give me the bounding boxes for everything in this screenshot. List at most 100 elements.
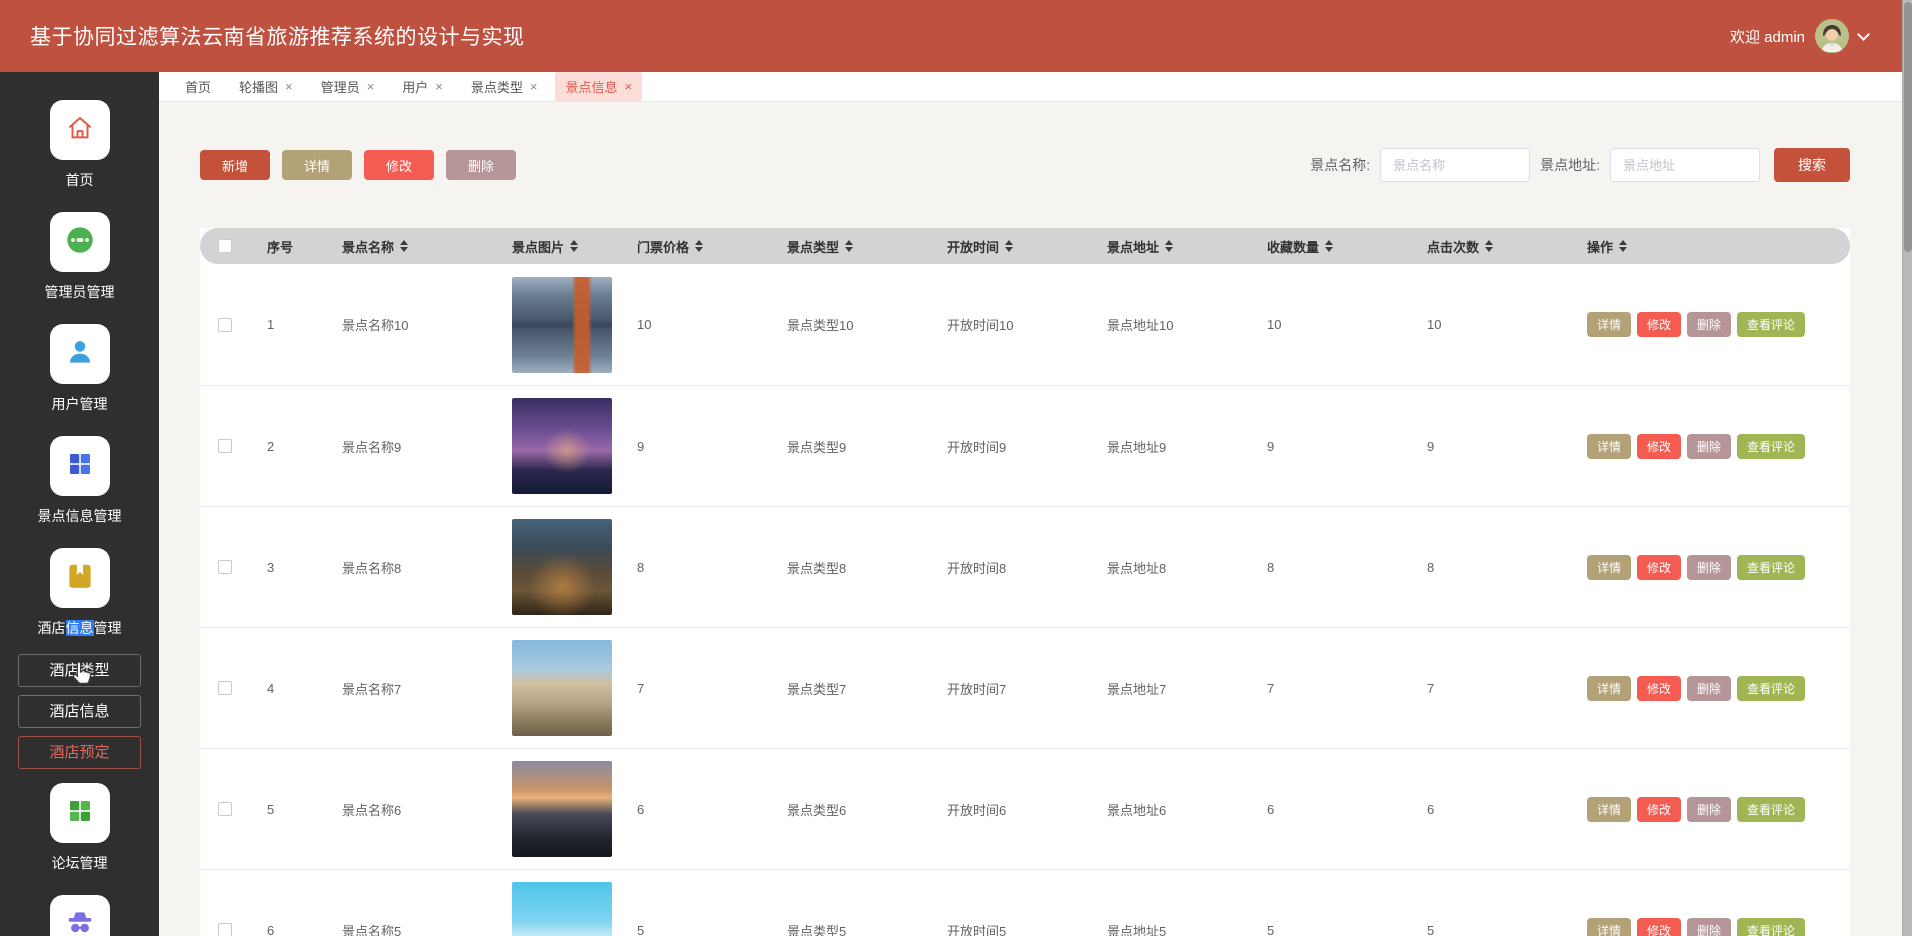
row-checkbox[interactable]: [218, 923, 232, 936]
row-action-button[interactable]: 查看评论: [1737, 918, 1805, 936]
sort-icon[interactable]: [1619, 240, 1627, 252]
row-action-button[interactable]: 详情: [1587, 312, 1631, 337]
ticket-price: 8: [625, 560, 775, 575]
row-action-button[interactable]: 删除: [1687, 434, 1731, 459]
scenic-name: 景点名称10: [330, 315, 500, 334]
row-action-button[interactable]: 删除: [1687, 676, 1731, 701]
sort-icon[interactable]: [1005, 240, 1013, 252]
row-action-button[interactable]: 查看评论: [1737, 676, 1805, 701]
sort-asc-arrow: [845, 240, 853, 245]
row-action-button[interactable]: 详情: [1587, 676, 1631, 701]
sidebar-submenu-item[interactable]: 酒店信息: [18, 695, 141, 728]
sidebar-item-label: 管理员管理: [45, 282, 115, 302]
sidebar-item[interactable]: 酒店信息管理: [0, 548, 159, 638]
tab-item[interactable]: 用户×: [392, 72, 453, 101]
row-actions: 详情修改删除查看评论: [1575, 797, 1850, 822]
row-action-button[interactable]: 查看评论: [1737, 555, 1805, 580]
row-action-button[interactable]: 删除: [1687, 918, 1731, 936]
sort-icon[interactable]: [1165, 240, 1173, 252]
sort-icon[interactable]: [845, 240, 853, 252]
sidebar-icon-card[interactable]: [50, 436, 110, 496]
row-action-button[interactable]: 删除: [1687, 555, 1731, 580]
row-action-button[interactable]: 查看评论: [1737, 434, 1805, 459]
sidebar-submenu-item[interactable]: 酒店预定: [18, 736, 141, 769]
row-checkbox[interactable]: [218, 681, 232, 695]
open-time: 开放时间9: [935, 437, 1095, 456]
avatar[interactable]: [1815, 19, 1849, 53]
row-action-button[interactable]: 详情: [1587, 555, 1631, 580]
sidebar-icon-card[interactable]: [50, 212, 110, 272]
row-checkbox[interactable]: [218, 560, 232, 574]
sidebar-icon-card[interactable]: [50, 895, 110, 936]
toolbar-button[interactable]: 修改: [364, 150, 434, 180]
close-icon[interactable]: ×: [530, 80, 538, 93]
row-index: 1: [255, 317, 330, 332]
row-action-button[interactable]: 删除: [1687, 312, 1731, 337]
sidebar-item[interactable]: [0, 895, 159, 936]
row-action-button[interactable]: 详情: [1587, 434, 1631, 459]
tab-item[interactable]: 景点信息×: [555, 72, 642, 101]
tab-item[interactable]: 管理员×: [311, 72, 385, 101]
close-icon[interactable]: ×: [624, 80, 632, 93]
page-scrollbar[interactable]: [1902, 0, 1912, 936]
favorite-count: 9: [1255, 439, 1415, 454]
sort-icon[interactable]: [1485, 240, 1493, 252]
row-action-button[interactable]: 删除: [1687, 797, 1731, 822]
column-header: 序号: [255, 237, 330, 256]
crud-button-group: 新增详情修改删除: [200, 150, 516, 180]
open-time: 开放时间6: [935, 800, 1095, 819]
forum-grid-icon: [65, 796, 95, 831]
sort-icon[interactable]: [570, 240, 578, 252]
row-action-button[interactable]: 修改: [1637, 918, 1681, 936]
sidebar-item[interactable]: 论坛管理: [0, 783, 159, 873]
sidebar-icon-card[interactable]: [50, 783, 110, 843]
sort-icon[interactable]: [400, 240, 408, 252]
sidebar-icon-card[interactable]: [50, 324, 110, 384]
scenic-name-input[interactable]: [1380, 148, 1530, 182]
scenic-photo: [512, 398, 612, 494]
table-row: 4景点名称77景点类型7开放时间7景点地址777详情修改删除查看评论: [200, 627, 1850, 748]
tab-item[interactable]: 轮播图×: [229, 72, 303, 101]
row-action-button[interactable]: 修改: [1637, 797, 1681, 822]
select-all-checkbox[interactable]: [218, 239, 232, 253]
sidebar-item[interactable]: 管理员管理: [0, 212, 159, 302]
row-action-button[interactable]: 详情: [1587, 918, 1631, 936]
row-action-button[interactable]: 查看评论: [1737, 797, 1805, 822]
scenic-address-input[interactable]: [1610, 148, 1760, 182]
row-action-button[interactable]: 修改: [1637, 434, 1681, 459]
tab-item[interactable]: 景点类型×: [461, 72, 548, 101]
row-action-button[interactable]: 查看评论: [1737, 312, 1805, 337]
sidebar-submenu-item[interactable]: 酒店类型: [18, 654, 141, 687]
row-checkbox[interactable]: [218, 439, 232, 453]
row-action-button[interactable]: 修改: [1637, 555, 1681, 580]
row-action-button[interactable]: 详情: [1587, 797, 1631, 822]
row-checkbox[interactable]: [218, 802, 232, 816]
toolbar-button[interactable]: 删除: [446, 150, 516, 180]
table-header-row: 序号景点名称景点图片门票价格景点类型开放时间景点地址收藏数量点击次数操作: [200, 228, 1850, 264]
sidebar-item[interactable]: 首页: [0, 100, 159, 190]
column-header: 开放时间: [935, 237, 1095, 256]
scrollbar-thumb[interactable]: [1904, 2, 1912, 252]
chevron-down-icon[interactable]: [1857, 28, 1870, 41]
toolbar-button[interactable]: 详情: [282, 150, 352, 180]
sidebar-item[interactable]: 用户管理: [0, 324, 159, 414]
tab-item[interactable]: 首页: [175, 72, 221, 101]
toolbar-button[interactable]: 新增: [200, 150, 270, 180]
row-checkbox[interactable]: [218, 318, 232, 332]
ticket-price: 9: [625, 439, 775, 454]
close-icon[interactable]: ×: [367, 80, 375, 93]
row-action-button[interactable]: 修改: [1637, 312, 1681, 337]
sort-icon[interactable]: [695, 240, 703, 252]
table-row: 5景点名称66景点类型6开放时间6景点地址666详情修改删除查看评论: [200, 748, 1850, 869]
sidebar-item[interactable]: 景点信息管理: [0, 436, 159, 526]
close-icon[interactable]: ×: [285, 80, 293, 93]
sidebar-icon-card[interactable]: [50, 548, 110, 608]
search-button[interactable]: 搜索: [1774, 148, 1850, 182]
sort-icon[interactable]: [1325, 240, 1333, 252]
row-action-button[interactable]: 修改: [1637, 676, 1681, 701]
close-icon[interactable]: ×: [435, 80, 443, 93]
click-count: 10: [1415, 317, 1575, 332]
scenic-photo: [512, 761, 612, 857]
sidebar-icon-card[interactable]: [50, 100, 110, 160]
user-menu[interactable]: 欢迎 admin: [1730, 19, 1868, 53]
